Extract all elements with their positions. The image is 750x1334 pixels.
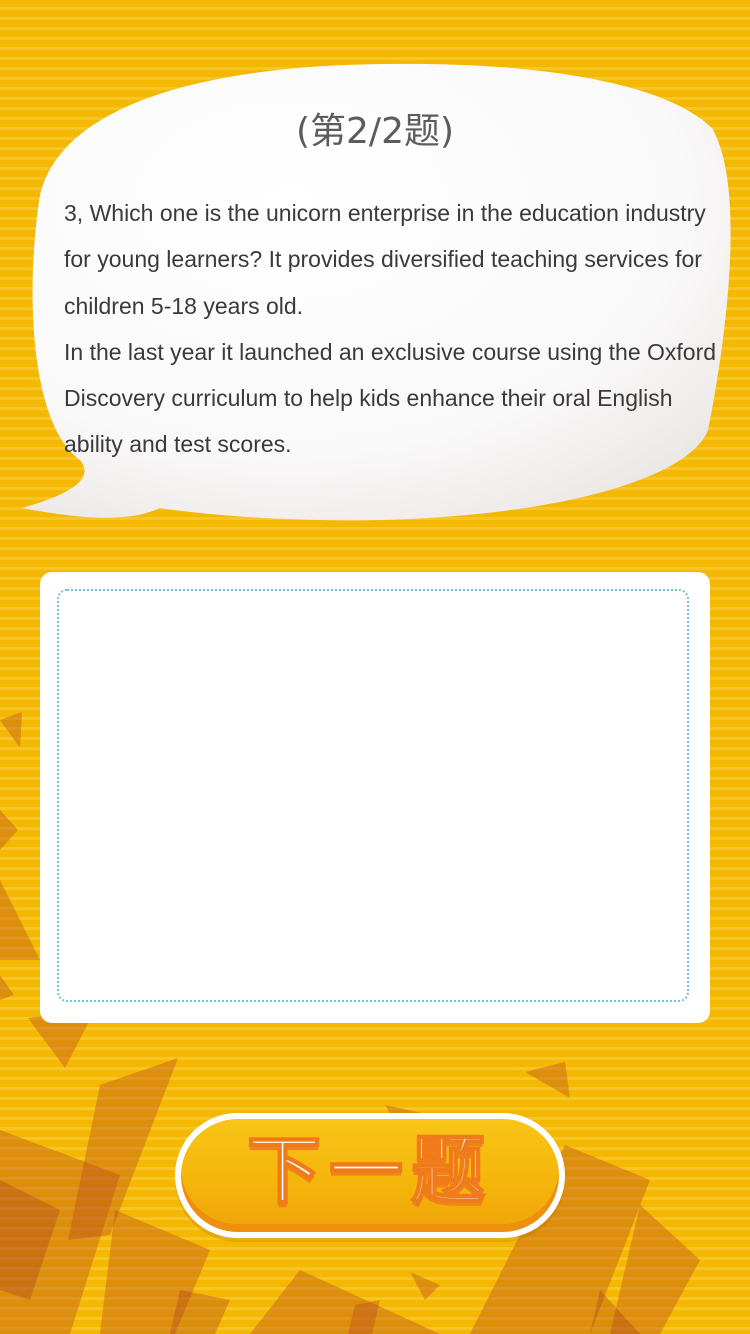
question-text: 3, Which one is the unicorn enterprise i…	[64, 190, 734, 468]
question-counter: (第2/2题)	[295, 111, 455, 152]
next-question-label: 下一题	[246, 1127, 493, 1214]
answer-card	[40, 572, 710, 1023]
answer-input[interactable]	[57, 589, 689, 1002]
next-question-button[interactable]: 下一题	[175, 1113, 565, 1238]
question-paragraph: In the last year it launched an exclusiv…	[64, 338, 717, 458]
question-paragraph: 3, Which one is the unicorn enterprise i…	[64, 200, 706, 319]
